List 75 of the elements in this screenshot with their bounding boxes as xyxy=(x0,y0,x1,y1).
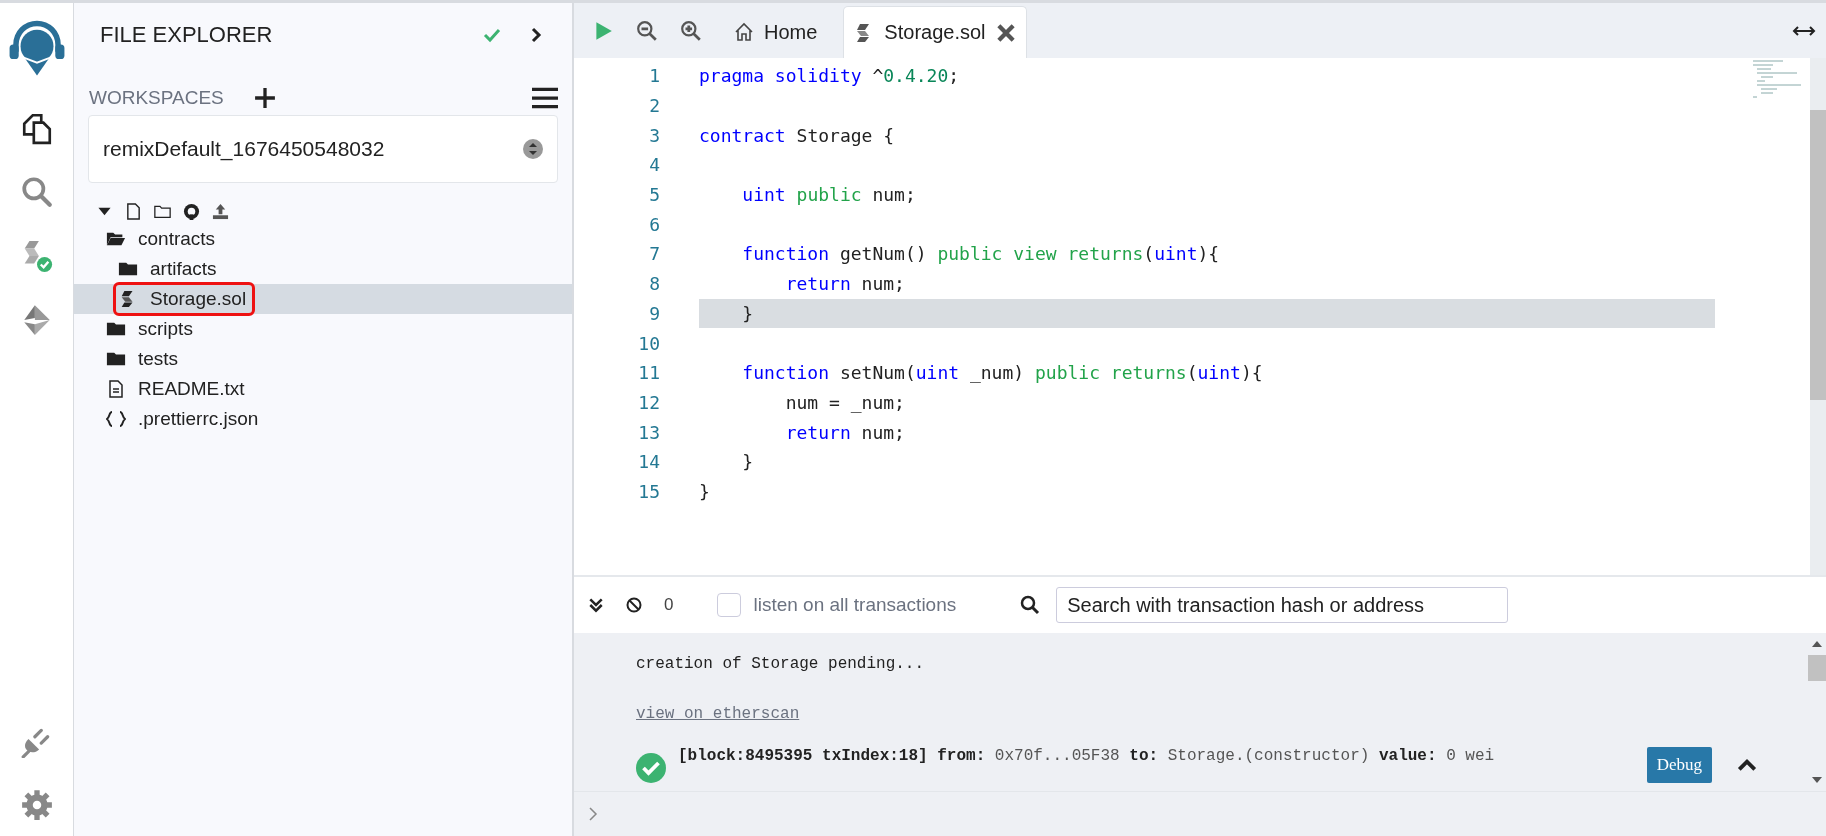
search-field[interactable]: Search with transaction hash or address xyxy=(1056,587,1509,623)
editor-tab[interactable]: Storage.sol xyxy=(843,6,1027,58)
code-line: uint public num; xyxy=(741,184,916,206)
folder-icon xyxy=(106,350,126,368)
file-tree-item[interactable]: artifacts xyxy=(116,255,223,283)
new-folder-icon[interactable] xyxy=(154,203,171,220)
code-line: contract Storage { xyxy=(699,124,895,146)
code-line: return num; xyxy=(784,421,905,443)
line-number: 14 xyxy=(637,451,660,473)
code-line: } xyxy=(741,302,754,324)
upload-icon[interactable] xyxy=(212,203,229,220)
new-file-icon[interactable] xyxy=(125,203,142,220)
line-number: 9 xyxy=(648,302,660,324)
folder-icon xyxy=(118,260,138,278)
line-number: 1 xyxy=(648,65,660,87)
workspaces-label: WORKSPACES xyxy=(89,87,224,109)
line-number: 13 xyxy=(637,421,660,443)
prompt-icon[interactable] xyxy=(588,806,598,822)
line-number: 4 xyxy=(648,154,660,176)
sort-icon xyxy=(523,139,543,159)
debug-button[interactable]: Debug xyxy=(1646,747,1712,783)
code-line: function setNum(uint _num) public returns(uint){ xyxy=(741,362,1263,384)
scroll-down-icon[interactable] xyxy=(1812,777,1822,783)
search-icon[interactable] xyxy=(19,175,54,209)
settings-icon[interactable] xyxy=(19,788,54,822)
pending-count: 0 xyxy=(664,595,674,615)
home-icon xyxy=(734,22,754,42)
code-line: return num; xyxy=(784,273,905,295)
line-number: 15 xyxy=(637,480,660,502)
scroll-up-icon[interactable] xyxy=(1812,641,1822,647)
etherscan-link[interactable]: view on etherscan xyxy=(636,705,800,723)
line-number: 10 xyxy=(637,332,660,354)
file-tree-item[interactable]: .prettierrc.json xyxy=(104,405,265,433)
code-line: } xyxy=(741,451,754,473)
braces-icon xyxy=(106,410,126,428)
plus-icon[interactable] xyxy=(253,87,276,109)
checkbox-label: listen on all transactions xyxy=(753,594,957,616)
minimap-drawing xyxy=(1752,60,1802,98)
code-line: pragma solidity ^0.4.20; xyxy=(699,65,960,87)
code-line: function getNum() public view returns(uint){ xyxy=(741,243,1220,265)
transaction-details: [block:8495395 txIndex:18] from: 0x70f...05F38 to: Storage.(constructor) value: 0 wei xyxy=(678,747,1496,765)
menu-icon[interactable] xyxy=(532,87,558,109)
code-line: } xyxy=(699,480,710,502)
search-icon xyxy=(1020,595,1041,615)
scrollbar-thumb[interactable] xyxy=(1808,655,1826,681)
scrollbar[interactable] xyxy=(1810,58,1826,575)
line-number: 11 xyxy=(637,362,660,384)
workspace-select[interactable]: remixDefault_1676450548032 xyxy=(88,115,558,183)
line-number: 2 xyxy=(648,95,660,117)
line-number: 6 xyxy=(648,213,660,235)
panel-title: FILE EXPLORER xyxy=(100,22,274,48)
double-chevron-down-icon[interactable] xyxy=(588,597,604,613)
editor-tab[interactable]: Home xyxy=(724,6,828,58)
file-tree-item[interactable]: tests xyxy=(104,345,185,373)
close-icon xyxy=(995,22,1016,43)
chevron-up-icon xyxy=(1736,757,1758,773)
listen-checkbox[interactable] xyxy=(717,593,742,617)
clear-icon[interactable] xyxy=(626,597,642,613)
success-icon xyxy=(636,753,666,783)
text-file-icon xyxy=(106,380,126,398)
line-number: 5 xyxy=(648,184,660,206)
line-number: 3 xyxy=(648,124,660,146)
zoom-in-icon[interactable] xyxy=(680,19,702,42)
zoom-out-icon[interactable] xyxy=(636,19,658,42)
code-line: num = _num; xyxy=(784,391,905,413)
file-tree-item[interactable]: scripts xyxy=(104,315,199,343)
line-number: 12 xyxy=(637,391,660,413)
line-number: 8 xyxy=(648,273,660,295)
file-tree-item[interactable]: README.txt xyxy=(104,375,251,403)
folder-icon xyxy=(106,320,126,338)
folder-open-icon xyxy=(106,230,126,248)
line-number: 7 xyxy=(648,243,660,265)
log-message: creation of Storage pending... xyxy=(636,655,926,675)
file-tree-item[interactable]: contracts xyxy=(104,225,222,253)
expand-icon[interactable] xyxy=(1792,24,1816,37)
